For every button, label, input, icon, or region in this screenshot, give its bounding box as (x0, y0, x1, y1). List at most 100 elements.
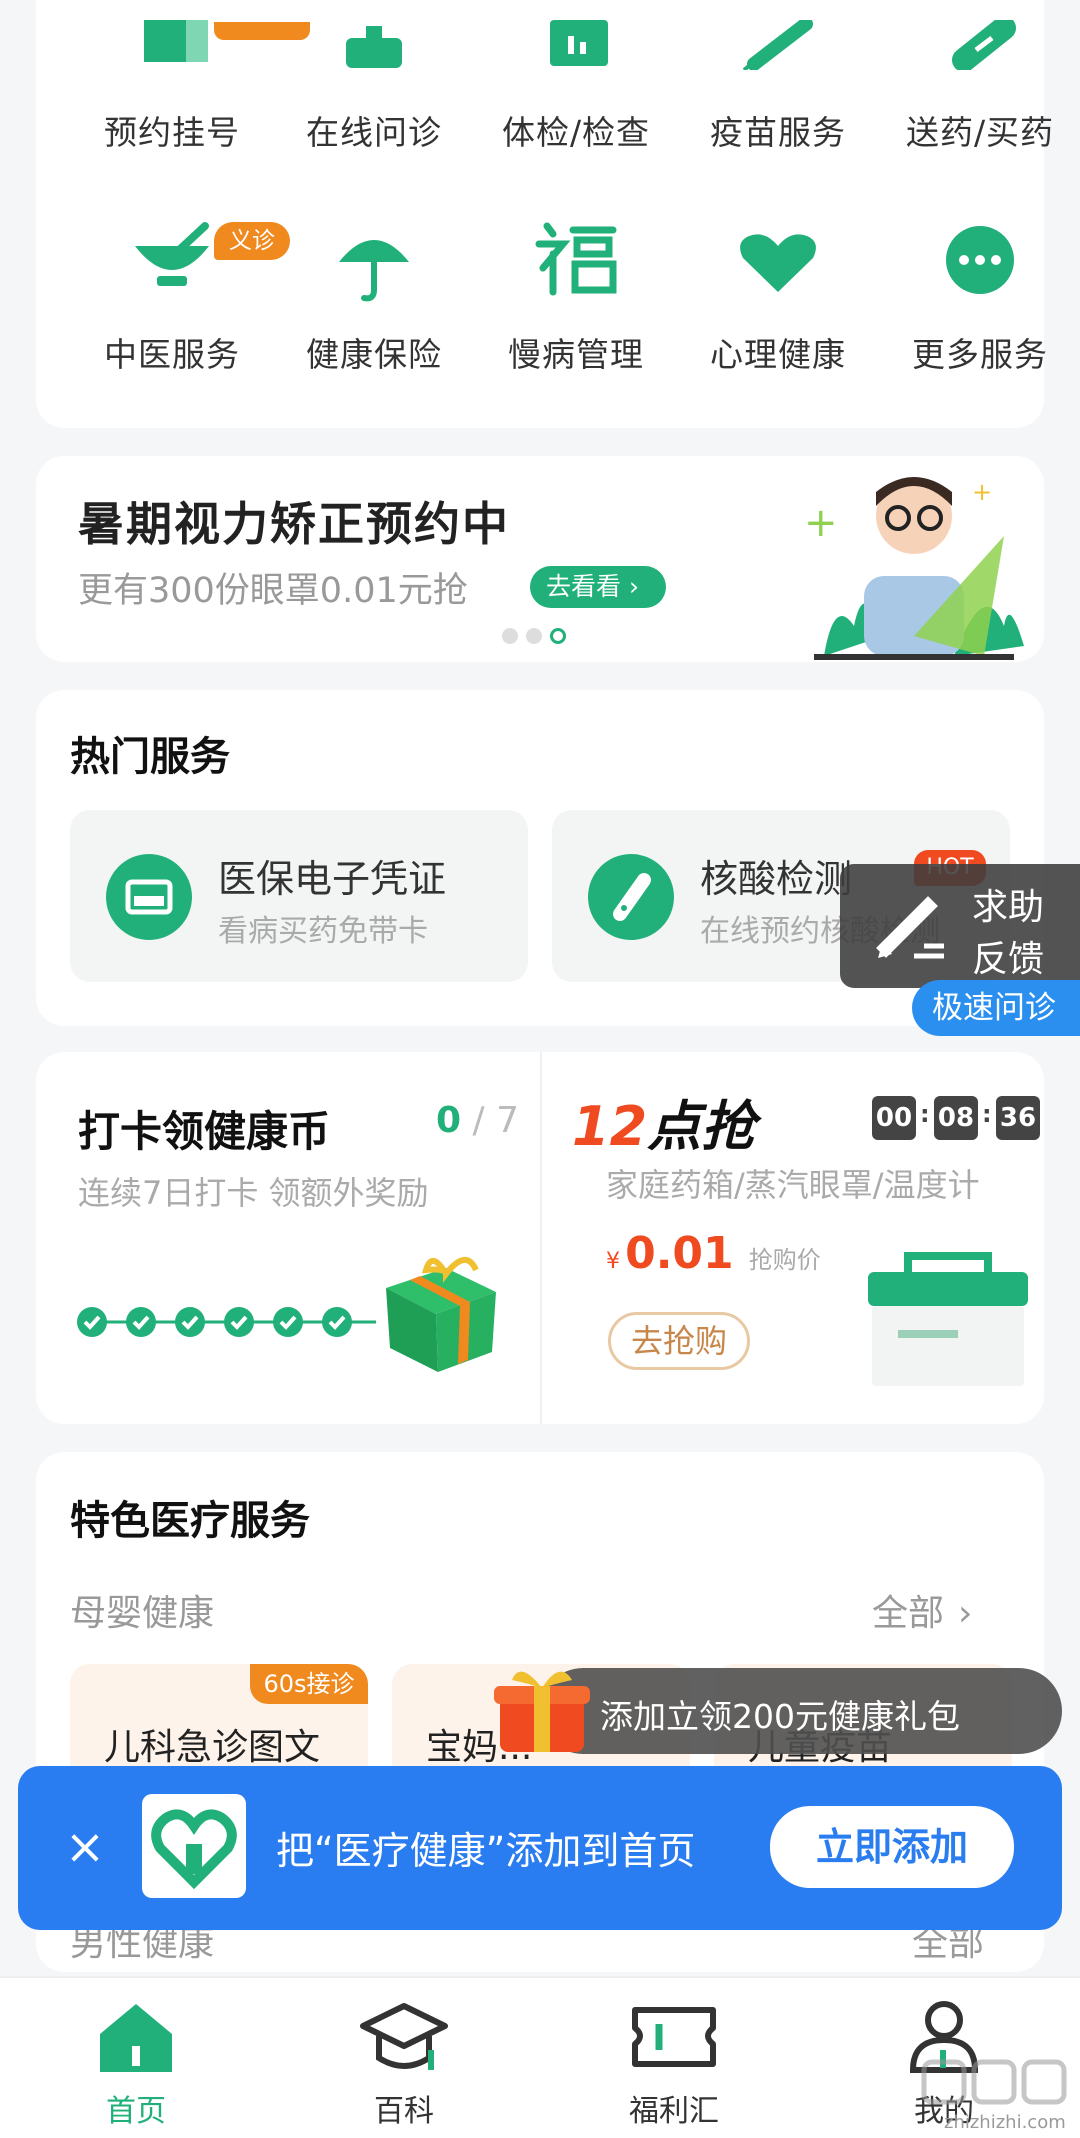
hot-service-insurance-card[interactable]: 医保电子凭证 看病买药免带卡 (70, 810, 528, 982)
banner-title: 暑期视力矫正预约中 (78, 497, 510, 551)
checkin-day-track (77, 1307, 376, 1337)
feedback-line2: 反馈 (972, 939, 1045, 980)
see-all-label: 全部 (872, 1593, 945, 1634)
tab-label: 百科 (374, 2094, 434, 2129)
watermark-logo (921, 2059, 1067, 2105)
banner-subtitle: 更有300份眼罩0.01元抢 (78, 571, 468, 611)
colon: : (982, 1100, 992, 1128)
edit-pencil-icon (876, 896, 944, 959)
clipboard-icon (550, 20, 608, 66)
checkin-progress: 0 / 7 (436, 1100, 519, 1141)
service-label: 预约挂号 (104, 113, 240, 152)
service-label: 健康保险 (306, 335, 442, 374)
service-label: 体检/检查 (501, 113, 651, 152)
service-label: 慢病管理 (508, 335, 644, 374)
flash-title-num: 12 (572, 1095, 648, 1158)
close-icon[interactable]: × (60, 1812, 110, 1882)
activity-card: 打卡领健康币 0 / 7 连续7日打卡 领额外奖励 12点抢 00: 08:… (36, 1052, 1044, 1424)
tab-welfare[interactable]: 福利汇 (574, 1978, 774, 2138)
colon: : (920, 1100, 930, 1128)
hot-service-title: 医保电子凭证 (218, 857, 447, 901)
subsection-title: 母婴健康 (70, 1593, 215, 1634)
banner-cta-label: 去看看 (546, 572, 622, 601)
feedback-float-button[interactable]: 求助 反馈 (840, 864, 1080, 988)
countdown-seconds: 36 (996, 1096, 1040, 1140)
countdown-minutes: 08 (934, 1096, 978, 1140)
service-label: 更多服务 (912, 335, 1048, 374)
health-heart-logo-icon (151, 1809, 237, 1890)
quick-consult-float-button[interactable]: 极速问诊 (912, 980, 1080, 1036)
tab-encyclopedia[interactable]: 百科 (304, 1978, 504, 2138)
tab-home[interactable]: 首页 (36, 1978, 236, 2138)
app-logo (142, 1794, 246, 1898)
service-item-more[interactable]: 更多服务 (880, 210, 1080, 380)
service-title: 儿科急诊图文 (104, 1727, 321, 1768)
service-item-mental[interactable]: 心理健康 (678, 210, 878, 380)
card-icon (106, 854, 192, 940)
service-item-medicine[interactable]: 送药/买药 (880, 0, 1080, 170)
service-label: 疫苗服务 (710, 113, 846, 152)
service-grid-card: 预约挂号 在线问诊 体检/检查 疫苗服务 送药/买药 义诊 中医服务 健康保险 … (36, 0, 1053, 428)
service-item-appointment[interactable]: 预约挂号 (72, 0, 310, 170)
tab-label: 首页 (106, 2094, 166, 2129)
ticket-icon (632, 2007, 716, 2067)
graduation-cap-icon (360, 2003, 448, 2070)
promo-banner[interactable]: 暑期视力矫正预约中 更有300份眼罩0.01元抢 去看看 › + + (36, 456, 1044, 662)
child-glasses-illustration: + + (804, 477, 1024, 660)
flash-price: ¥ 0.01 抢购价 (606, 1228, 821, 1279)
banner-cta-button[interactable]: 去看看 › (530, 566, 666, 608)
checkin-count: 0 (436, 1100, 462, 1141)
add-to-home-bar: × 把“医疗健康”添加到首页 立即添加 (18, 1766, 1062, 1930)
calendar-icon (144, 20, 208, 62)
tab-label: 福利汇 (629, 2094, 719, 2129)
gift-box-icon (386, 1257, 496, 1372)
more-icon (946, 226, 1014, 294)
bottom-tab-bar: 首页 百科 福利汇 我的 (0, 1976, 1080, 2138)
grab-button[interactable]: 去抢购 (608, 1312, 750, 1370)
service-label: 送药/买药 (905, 113, 1055, 152)
fu-icon (535, 222, 617, 296)
syringe-icon (742, 20, 813, 70)
heart-icon (740, 234, 816, 292)
service-label: 心理健康 (710, 335, 846, 374)
service-item-online-consult[interactable]: 在线问诊 (274, 0, 474, 170)
section-title: 热门服务 (70, 734, 230, 780)
service-item-tcm[interactable]: 义诊 中医服务 (72, 210, 290, 380)
service-label: 中医服务 (104, 335, 240, 374)
home-icon (100, 2004, 172, 2072)
checkin-total: 7 (496, 1100, 519, 1141)
add-now-button[interactable]: 立即添加 (770, 1806, 1014, 1888)
flash-sale-panel[interactable]: 12点抢 00 : 08 : 36 家庭药箱/蒸汽眼罩/温度计 ¥ 0.01 抢… (542, 1052, 1044, 1424)
svg-text:+: + (804, 500, 838, 546)
service-item-checkup[interactable]: 体检/检查 (476, 0, 676, 170)
slash: / (472, 1100, 497, 1141)
checkin-title: 打卡领健康币 (78, 1107, 331, 1156)
service-item-insurance[interactable]: 健康保险 (274, 210, 474, 380)
chevron-right-icon: › (958, 1593, 973, 1634)
add-to-home-text: 把“医疗健康”添加到首页 (276, 1829, 696, 1873)
gift-toast[interactable]: 添加立领200元健康礼包 (540, 1668, 1062, 1754)
service-item-vaccine[interactable]: 疫苗服务 (678, 0, 878, 170)
price-label: 抢购价 (748, 1246, 821, 1274)
flash-items: 家庭药箱/蒸汽眼罩/温度计 (606, 1166, 980, 1204)
feedback-line1: 求助 (972, 887, 1045, 928)
chevron-right-icon: › (621, 572, 639, 601)
service-label: 在线问诊 (306, 113, 442, 152)
watermark-text: zhizhizhi.com (944, 2112, 1066, 2133)
id-card-icon (125, 879, 173, 915)
umbrella-icon (339, 240, 409, 302)
mortar-icon (135, 222, 209, 286)
see-all-link[interactable]: 全部 › (872, 1584, 972, 1636)
currency: ¥ (606, 1249, 620, 1274)
gift-toast-text: 添加立领200元健康礼包 (600, 1697, 960, 1736)
svg-text:+: + (972, 478, 992, 506)
gift-toast-gift-icon (494, 1671, 590, 1752)
flash-title: 12点抢 (572, 1082, 755, 1161)
checkin-desc: 连续7日打卡 领额外奖励 (78, 1174, 429, 1212)
service-badge: 60s接诊 (250, 1664, 368, 1704)
service-item-chronic[interactable]: 慢病管理 (476, 210, 676, 380)
checkin-panel[interactable]: 打卡领健康币 0 / 7 连续7日打卡 领额外奖励 (36, 1052, 540, 1424)
pill-icon (952, 20, 1016, 70)
price-value: 0.01 (625, 1228, 734, 1279)
section-title: 特色医疗服务 (70, 1498, 310, 1544)
